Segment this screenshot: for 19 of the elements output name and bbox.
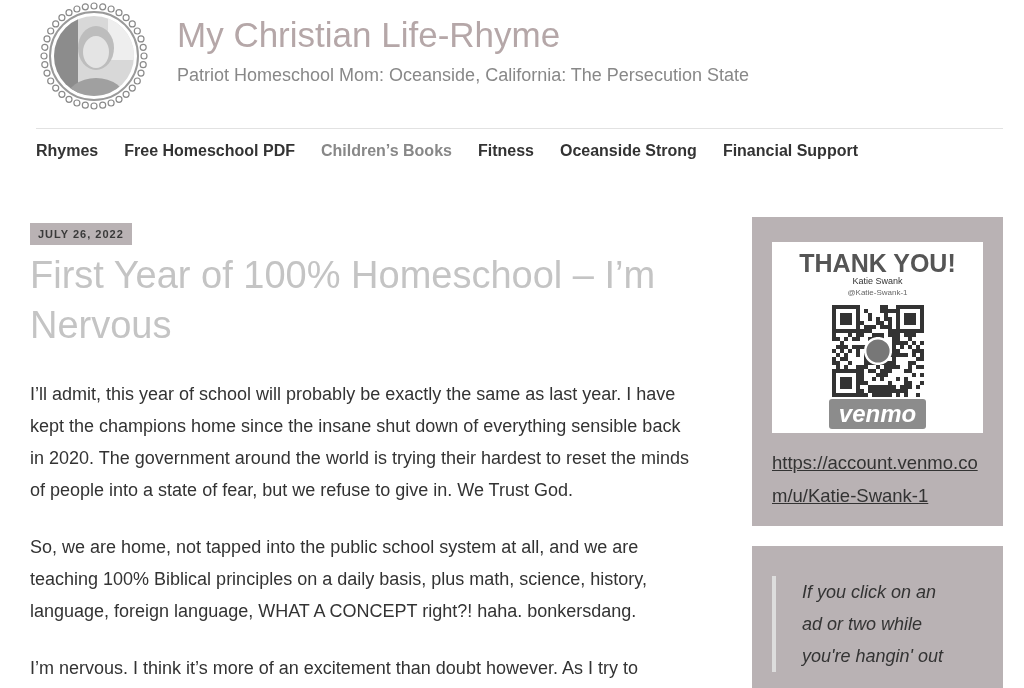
site-tagline: Patriot Homeschool Mom: Oceanside, California: The Persecution State [177, 65, 749, 86]
nav-link[interactable]: Free Homeschool PDF [124, 141, 295, 181]
card-heading: THANK YOU! [799, 250, 956, 276]
qr-code-icon [831, 305, 924, 397]
nav-link[interactable]: Rhymes [36, 141, 99, 181]
nav-link[interactable]: Children’s Books [320, 141, 452, 181]
quote-text: If you click on an ad or two while you're hangin' out [772, 576, 983, 672]
paragraph: I’m nervous. I think it’s more of an excitement than doubt however. As I try to [30, 657, 639, 680]
card-name: Katie Swank [852, 276, 903, 286]
paragraph: I’ll admit, this year of school will probably be exactly the same as last year. I have kept the champions home since the insane shut down of everything sensible back in 2020. The government around the world is trying their hardest to reset the minds of people into a state of fear, but we refuse to give in. We Trust God. [30, 383, 690, 502]
venmo-logo: venmo [828, 399, 927, 429]
venmo-link[interactable]: https://account.venmo.com/u/Katie-Swank-1 [772, 446, 983, 512]
post-date: JULY 26, 2022 [30, 223, 132, 245]
nav-link[interactable]: Oceanside Strong [559, 141, 697, 181]
nav-link[interactable]: Financial Support [722, 141, 858, 181]
paragraph: So, we are home, not tapped into the public school system at all, and we are teaching 100% Biblical principles on a daily basis, plus math, science, history, language, foreign language, WHAT A CONCEPT right?! haha. bonkersdang. [30, 536, 648, 623]
card-handle: @Katie-Swank-1 [847, 288, 908, 297]
post-title: First Year of 100% Homeschool – I’m Nervous [30, 253, 657, 348]
nav-link[interactable]: Fitness [477, 141, 534, 181]
